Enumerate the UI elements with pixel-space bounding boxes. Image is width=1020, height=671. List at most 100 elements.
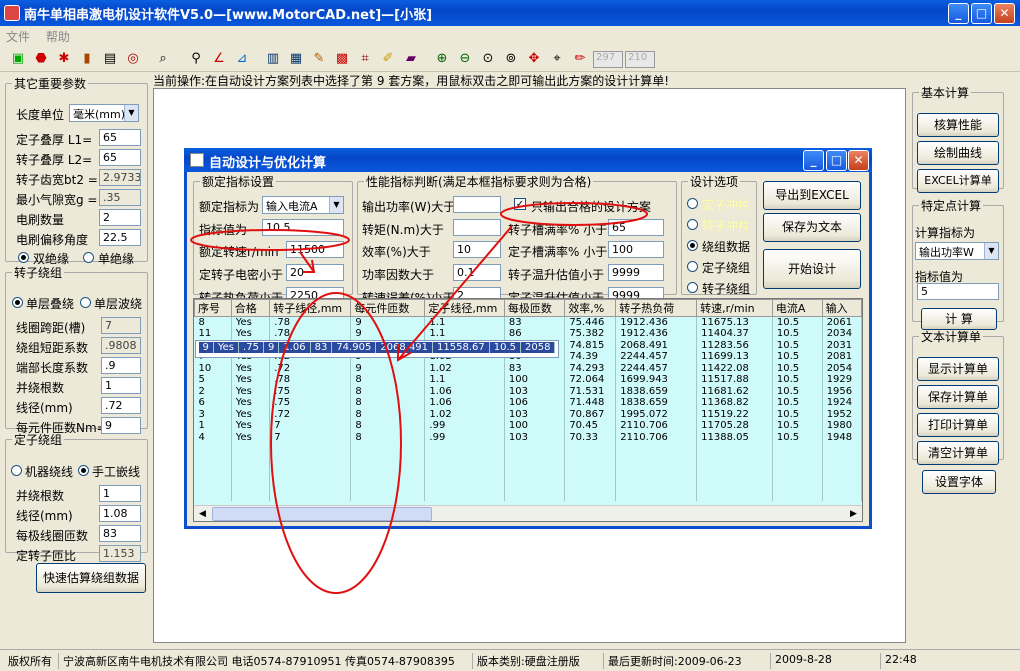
rotor-temp-input[interactable]: 9999 [608, 264, 664, 281]
set-font-button[interactable]: 设置字体 [922, 470, 996, 494]
table-row[interactable]: 5 Yes .78 8 1.1 100 72.064 1699.943 11517.88 10.5… [194, 374, 862, 386]
zoom-out-icon[interactable]: ⊖ [455, 49, 475, 69]
save-sheet-button[interactable]: 保存计算单 [917, 385, 999, 409]
end-length-input[interactable]: .9 [101, 357, 141, 374]
dialog-minimize-button[interactable]: _ [803, 150, 824, 171]
rated-speed-input[interactable]: 11500 [286, 241, 344, 258]
column-header[interactable]: 输入 [821, 299, 862, 317]
draw-curve-button[interactable]: 绘制曲线 [917, 141, 999, 165]
column-header[interactable]: 电流A [771, 299, 823, 317]
gear-icon[interactable]: ✱ [54, 49, 74, 69]
slot-icon[interactable]: ▩ [332, 49, 352, 69]
dialog-close-button[interactable]: ✕ [848, 150, 869, 171]
length-unit-select[interactable]: 毫米(mm) ▼ [69, 104, 139, 122]
table-row[interactable]: 1 Yes 7 8.99 100 70.45 2110.706 11705.28 10.5 198… [194, 420, 862, 432]
single-wave-radio[interactable] [80, 297, 91, 308]
stator-wire-input[interactable]: 1.08 [99, 505, 141, 522]
table-row[interactable]: 10 Yes .72 9 1.02 83 74.293 2244.457 11422.08 10.… [194, 362, 862, 374]
option-stator-winding-radio[interactable] [687, 261, 698, 272]
torque-input[interactable] [453, 219, 501, 236]
power-factor-input[interactable]: 0.1 [453, 264, 501, 281]
book-icon[interactable]: ▥ [263, 49, 283, 69]
column-header[interactable]: 转速,r/min [696, 299, 773, 317]
column-header[interactable]: 合格 [230, 299, 271, 317]
stator-slot-fill-input[interactable]: 100 [608, 241, 664, 258]
start-design-button[interactable]: 开始设计 [763, 249, 861, 289]
maximize-button[interactable]: □ [971, 3, 992, 24]
efficiency-input[interactable]: 10 [453, 241, 501, 258]
save-icon[interactable]: ▣ [8, 49, 28, 69]
scroll-right-icon[interactable]: ▶ [846, 507, 861, 521]
wire-diameter-input[interactable]: .72 [101, 397, 141, 414]
zoom-fit-icon[interactable]: ⊙ [478, 49, 498, 69]
table-row[interactable]: 2 Yes .75 8 1.06 103 71.531 1838.659 11681.62 10.… [194, 385, 862, 397]
column-header[interactable]: 每元件匝数 [350, 299, 426, 317]
column-header[interactable]: 转子线径,mm [269, 299, 352, 317]
table-row[interactable]: 4 Yes 7 8.99 103 70.33 2110.706 11388.05 10.5 194… [194, 431, 862, 443]
calculate-button[interactable]: 计 算 [921, 308, 997, 330]
rotor-slot-fill-input[interactable]: 65 [608, 219, 664, 236]
angle-icon[interactable]: ⊿ [232, 49, 252, 69]
double-insulation-radio[interactable] [18, 252, 29, 263]
scroll-left-icon[interactable]: ◀ [195, 507, 210, 521]
plug-icon[interactable]: ▮ [77, 49, 97, 69]
quick-estimate-button[interactable]: 快速估算绕组数据 [36, 563, 146, 593]
column-header[interactable]: 效率,% [564, 299, 617, 317]
export-excel-button[interactable]: 导出到EXCEL [763, 181, 861, 210]
density-input[interactable]: 20 [286, 264, 344, 281]
hand-wound-radio[interactable] [78, 465, 89, 476]
stop-icon[interactable]: ⬣ [31, 49, 51, 69]
chart-icon[interactable]: ▰ [401, 49, 421, 69]
clear-sheet-button[interactable]: 清空计算单 [917, 441, 999, 465]
zoom-in-icon[interactable]: ⊕ [432, 49, 452, 69]
menu-help[interactable]: 帮助 [40, 26, 76, 47]
list-icon[interactable]: ▦ [286, 49, 306, 69]
target-select[interactable]: 输出功率W ▼ [915, 242, 999, 260]
single-insulation-radio[interactable] [83, 252, 94, 263]
option-rotor-winding-radio[interactable] [687, 282, 698, 293]
pencil-icon[interactable]: ✐ [378, 49, 398, 69]
move-icon[interactable]: ✥ [524, 49, 544, 69]
table-row[interactable]: 8 Yes .78 9 1.1 83 75.446 1912.436 11675.13 10.5 2… [194, 316, 862, 328]
table-row[interactable]: 11 Yes .78 9 1.1 86 75.382 1912.436 11404.37 10.5… [194, 328, 862, 340]
rated-target-select[interactable]: 输入电流A ▼ [262, 196, 344, 214]
results-table[interactable]: 序号 合格 转子线径,mm 每元件匝数 定子线径,mm 每极匝数 效率,% 转子热负荷 转速,r… [193, 298, 863, 522]
menu-file[interactable]: 文件 [0, 26, 36, 47]
check-performance-button[interactable]: 核算性能 [917, 113, 999, 137]
brush-count-input[interactable]: 2 [99, 209, 141, 226]
output-power-input[interactable] [453, 196, 501, 213]
excel-sheet-button[interactable]: EXCEL计算单 [917, 169, 999, 193]
column-header[interactable]: 定子线径,mm [424, 299, 505, 317]
view-icon[interactable]: ⌕ [153, 49, 173, 69]
table-row[interactable]: 3 Yes .72 8 1.02 103 70.867 1995.072 11519.22 10.… [194, 408, 862, 420]
pole-turns-input[interactable]: 83 [99, 525, 141, 542]
only-pass-checkbox[interactable]: ✓ [514, 198, 526, 210]
rated-value-input[interactable]: 10.5 [262, 219, 344, 236]
close-button[interactable]: ✕ [994, 3, 1015, 24]
rotor-stack-input[interactable]: 65 [99, 149, 141, 166]
find-icon[interactable]: ⌖ [547, 49, 567, 69]
single-lap-radio[interactable] [12, 297, 23, 308]
option-rotor-lamination-radio[interactable] [687, 219, 698, 230]
stator-parallel-input[interactable]: 1 [99, 485, 141, 502]
parallel-wires-input[interactable]: 1 [101, 377, 141, 394]
paint-icon[interactable]: ✎ [309, 49, 329, 69]
print-sheet-button[interactable]: 打印计算单 [917, 413, 999, 437]
curve-icon[interactable]: ∠ [209, 49, 229, 69]
tools-icon[interactable]: ⚲ [186, 49, 206, 69]
save-as-text-button[interactable]: 保存为文本 [763, 213, 861, 242]
column-header[interactable]: 转子热负荷 [615, 299, 698, 317]
option-winding-data-radio[interactable] [687, 240, 698, 251]
target-value-input[interactable]: 5 [917, 283, 999, 300]
column-header[interactable]: 每极匝数 [503, 299, 566, 317]
table-row[interactable]: 9 Yes .75 9 1.06 83 74.905 2068.491 11558.67 10.5… [194, 339, 560, 358]
print-icon[interactable]: ▤ [100, 49, 120, 69]
column-header[interactable]: 序号 [194, 299, 232, 317]
option-stator-lamination-radio[interactable] [687, 198, 698, 209]
machine-wound-radio[interactable] [11, 465, 22, 476]
scroll-thumb[interactable] [212, 507, 432, 521]
brush-angle-input[interactable]: 22.5 [99, 229, 141, 246]
edit-icon[interactable]: ✏ [570, 49, 590, 69]
coil-icon[interactable]: ⌗ [355, 49, 375, 69]
stator-stack-input[interactable]: 65 [99, 129, 141, 146]
